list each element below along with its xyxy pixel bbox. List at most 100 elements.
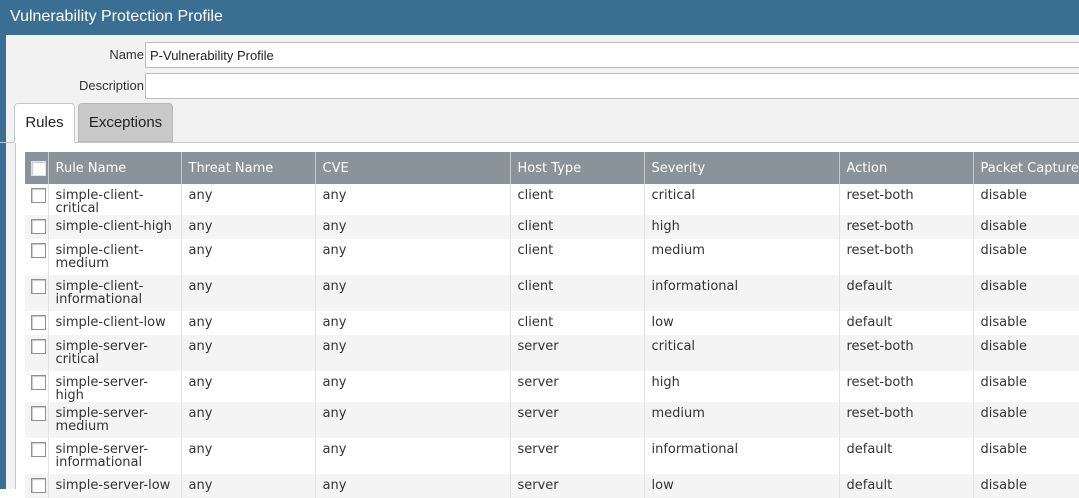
description-label: Description	[78, 78, 144, 93]
table-row[interactable]: simple-client-informational any any clie…	[25, 275, 1079, 311]
threat-name-cell: any	[181, 335, 316, 371]
column-header-host-type[interactable]: Host Type	[510, 152, 645, 184]
rule-name-cell[interactable]: simple-client-informational	[48, 275, 182, 311]
host-type-cell: server	[510, 402, 645, 438]
rule-name-cell[interactable]: simple-server-high	[48, 371, 182, 402]
name-input[interactable]	[145, 42, 1079, 68]
packet-capture-cell: disable	[973, 215, 1079, 239]
column-header-threat-name[interactable]: Threat Name	[181, 152, 316, 184]
row-checkbox[interactable]	[31, 339, 46, 354]
row-checkbox[interactable]	[31, 188, 46, 203]
host-type-cell: server	[510, 474, 645, 498]
action-cell: reset-both	[839, 371, 974, 402]
packet-capture-cell: disable	[973, 239, 1079, 275]
cve-cell: any	[315, 402, 511, 438]
threat-name-cell: any	[181, 474, 316, 498]
action-cell: reset-both	[839, 215, 974, 239]
column-header-severity[interactable]: Severity	[644, 152, 840, 184]
severity-cell: low	[644, 474, 840, 498]
packet-capture-cell: disable	[973, 474, 1079, 498]
cve-cell: any	[315, 371, 511, 402]
packet-capture-cell: disable	[973, 335, 1079, 371]
action-cell: reset-both	[839, 184, 974, 215]
table-row[interactable]: simple-client-low any any client low def…	[25, 311, 1079, 335]
host-type-cell: client	[510, 215, 645, 239]
packet-capture-cell: disable	[973, 402, 1079, 438]
severity-cell: informational	[644, 275, 840, 311]
row-checkbox[interactable]	[31, 279, 46, 294]
action-cell: reset-both	[839, 335, 974, 371]
select-all-header	[25, 152, 49, 184]
rule-name-cell[interactable]: simple-client-low	[48, 311, 182, 335]
column-header-packet-capture[interactable]: Packet Capture	[973, 152, 1079, 184]
rule-name-cell[interactable]: simple-server-low	[48, 474, 182, 498]
rule-name-cell[interactable]: simple-server-medium	[48, 402, 182, 438]
host-type-cell: server	[510, 371, 645, 402]
row-checkbox[interactable]	[31, 219, 46, 234]
select-all-checkbox[interactable]	[31, 160, 46, 176]
cve-cell: any	[315, 184, 511, 215]
table-row[interactable]: simple-server-low any any server low def…	[25, 474, 1079, 498]
action-cell: default	[839, 474, 974, 498]
cve-cell: any	[315, 311, 511, 335]
threat-name-cell: any	[181, 371, 316, 402]
column-header-cve[interactable]: CVE	[315, 152, 511, 184]
severity-cell: medium	[644, 402, 840, 438]
host-type-cell: client	[510, 184, 645, 215]
threat-name-cell: any	[181, 239, 316, 275]
tab-exceptions[interactable]: Exceptions	[78, 103, 173, 142]
threat-name-cell: any	[181, 402, 316, 438]
threat-name-cell: any	[181, 275, 316, 311]
name-label: Name	[109, 47, 144, 62]
threat-name-cell: any	[181, 215, 316, 239]
dialog-title-bar: Vulnerability Protection Profile	[0, 0, 1079, 35]
table-row[interactable]: simple-server-medium any any server medi…	[25, 402, 1079, 438]
table-row[interactable]: simple-server-informational any any serv…	[25, 438, 1079, 474]
row-checkbox[interactable]	[31, 442, 46, 457]
threat-name-cell: any	[181, 311, 316, 335]
row-checkbox[interactable]	[31, 478, 46, 493]
rules-panel: Rule Name Threat Name CVE Host Type Seve…	[15, 143, 1079, 498]
severity-cell: critical	[644, 184, 840, 215]
tab-rules[interactable]: Rules	[14, 103, 75, 143]
row-checkbox[interactable]	[31, 375, 46, 390]
severity-cell: high	[644, 371, 840, 402]
rule-name-cell[interactable]: simple-client-critical	[48, 184, 182, 215]
table-row[interactable]: simple-server-high any any server high r…	[25, 371, 1079, 402]
rule-name-cell[interactable]: simple-client-high	[48, 215, 182, 239]
row-checkbox[interactable]	[31, 406, 46, 421]
threat-name-cell: any	[181, 184, 316, 215]
table-row[interactable]: simple-client-high any any client high r…	[25, 215, 1079, 239]
table-row[interactable]: simple-server-critical any any server cr…	[25, 335, 1079, 371]
action-cell: reset-both	[839, 239, 974, 275]
table-row[interactable]: simple-client-medium any any client medi…	[25, 239, 1079, 275]
severity-cell: informational	[644, 438, 840, 474]
rule-name-cell[interactable]: simple-client-medium	[48, 239, 182, 275]
row-checkbox[interactable]	[31, 315, 46, 330]
cve-cell: any	[315, 215, 511, 239]
cve-cell: any	[315, 239, 511, 275]
action-cell: default	[839, 275, 974, 311]
column-header-rule-name[interactable]: Rule Name	[48, 152, 182, 184]
severity-cell: critical	[644, 335, 840, 371]
host-type-cell: server	[510, 335, 645, 371]
host-type-cell: client	[510, 275, 645, 311]
tab-bar: Rules Exceptions	[0, 103, 1079, 143]
rule-name-cell[interactable]: simple-server-informational	[48, 438, 182, 474]
cve-cell: any	[315, 275, 511, 311]
rule-name-cell[interactable]: simple-server-critical	[48, 335, 182, 371]
severity-cell: low	[644, 311, 840, 335]
table-row[interactable]: simple-client-critical any any client cr…	[25, 184, 1079, 215]
row-checkbox[interactable]	[31, 243, 46, 258]
packet-capture-cell: disable	[973, 438, 1079, 474]
cve-cell: any	[315, 474, 511, 498]
host-type-cell: client	[510, 311, 645, 335]
action-cell: default	[839, 438, 974, 474]
packet-capture-cell: disable	[973, 371, 1079, 402]
table-header-row: Rule Name Threat Name CVE Host Type Seve…	[25, 152, 1079, 184]
column-header-action[interactable]: Action	[839, 152, 974, 184]
host-type-cell: server	[510, 438, 645, 474]
action-cell: reset-both	[839, 402, 974, 438]
packet-capture-cell: disable	[973, 184, 1079, 215]
description-input[interactable]	[145, 73, 1079, 99]
